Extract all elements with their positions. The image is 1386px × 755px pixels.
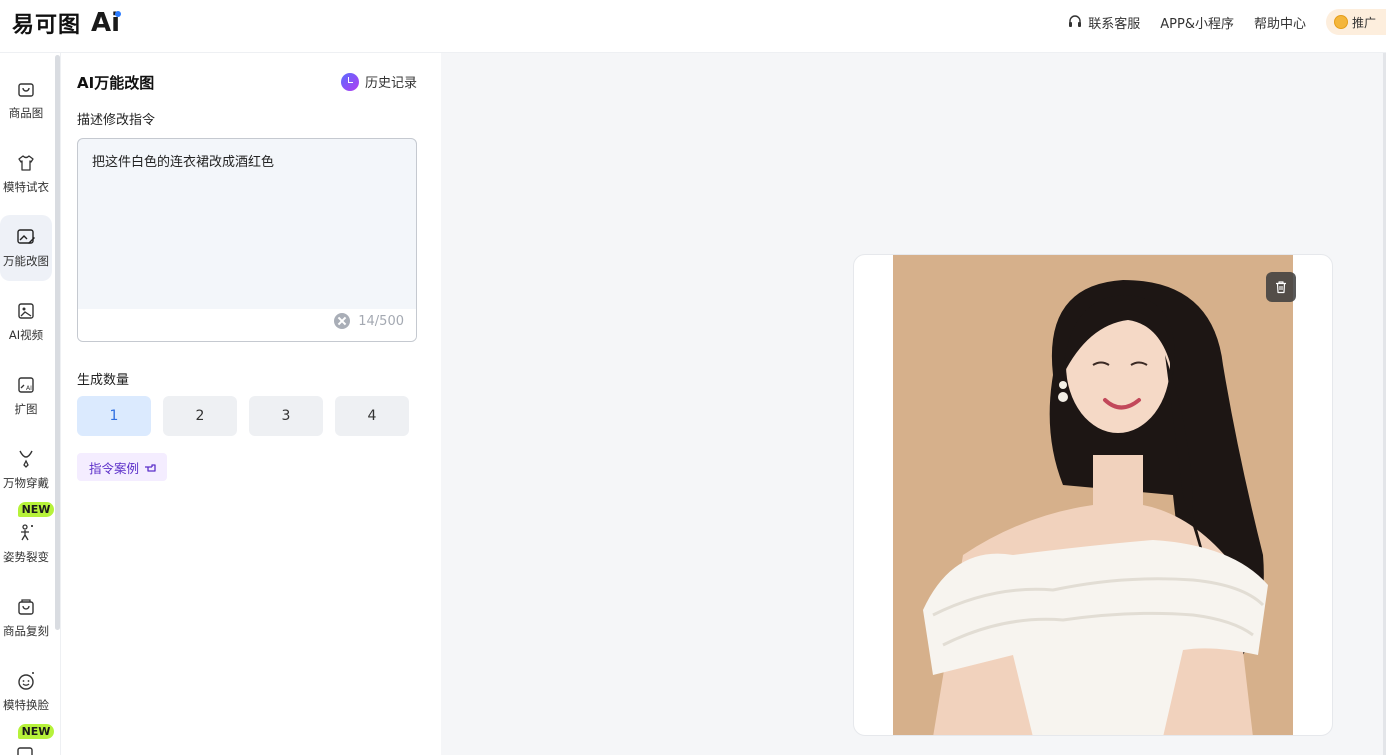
sidebar-item-pose-variation[interactable]: 姿势裂变 <box>0 511 52 577</box>
model-photo-illustration <box>893 255 1293 735</box>
header-nav: 联系客服 APP&小程序 帮助中心 推广 <box>1067 9 1386 35</box>
expand-icon: AI <box>18 377 34 393</box>
nav-app-miniprogram[interactable]: APP&小程序 <box>1160 13 1234 32</box>
sidebar-item-label: 姿势裂变 <box>3 550 49 564</box>
count-option-4[interactable]: 4 <box>335 396 409 436</box>
nav-label: 帮助中心 <box>1253 16 1306 32</box>
partial-icon <box>17 747 33 755</box>
sidebar-item-face-swap[interactable]: 模特换脸 <box>0 659 52 725</box>
sidebar-scrollbar[interactable] <box>55 55 60 630</box>
prompt-textarea[interactable]: 把这件白色的连衣裙改成酒红色 <box>92 153 402 173</box>
sidebar-item-partial[interactable] <box>15 743 35 755</box>
count-option-1[interactable]: 1 <box>77 396 151 436</box>
uploaded-photo[interactable] <box>893 255 1293 735</box>
logo[interactable]: 易可图 Ai <box>12 8 122 38</box>
sidebar-item-ai-video[interactable]: AI视频 <box>0 289 52 355</box>
nav-label: APP&小程序 <box>1160 16 1234 32</box>
history-icon <box>340 72 359 91</box>
logo-text: 易可图 <box>12 13 82 38</box>
svg-text:AI: AI <box>26 385 32 392</box>
instruction-examples-button[interactable]: 指令案例 <box>77 453 168 481</box>
prompt-label: 描述修改指令 <box>77 113 156 128</box>
nav-contact-support[interactable]: 联系客服 <box>1067 13 1140 32</box>
coin-icon <box>1333 15 1348 29</box>
count-option-3[interactable]: 3 <box>249 396 323 436</box>
sidebar-item-label: AI视频 <box>8 328 44 342</box>
pose-icon <box>21 524 33 541</box>
edit-panel: AI万能改图 历史记录 描述修改指令 把这件白色的连衣裙改成酒红色 14/500… <box>61 53 441 755</box>
sidebar-item-expand-image[interactable]: AI 扩图 <box>0 363 52 429</box>
pointing-hand-icon <box>145 464 156 472</box>
uploaded-image-card <box>853 254 1333 736</box>
panel-title: AI万能改图 <box>77 74 155 92</box>
clear-icon[interactable] <box>334 313 351 329</box>
history-button[interactable]: 历史记录 <box>340 72 417 91</box>
history-label: 历史记录 <box>364 76 417 91</box>
sidebar-item-wear-anything[interactable]: 万物穿戴 <box>0 437 52 503</box>
count-label: 生成数量 <box>77 373 130 388</box>
sidebar-item-label: 扩图 <box>14 402 38 416</box>
copy-bag-icon <box>18 599 34 615</box>
sidebar-item-universal-edit[interactable]: 万能改图 <box>0 215 52 281</box>
canvas-area <box>441 53 1386 755</box>
count-option-2[interactable]: 2 <box>163 396 237 436</box>
prompt-counter: 14/500 <box>358 313 404 329</box>
video-icon <box>18 303 34 319</box>
sidebar-item-label: 万物穿戴 <box>3 476 49 490</box>
promo-label: 推广 <box>1351 15 1376 30</box>
top-header: 易可图 Ai 联系客服 APP&小程序 帮助中心 推广 <box>0 0 1386 53</box>
delete-image-button[interactable] <box>1266 272 1296 302</box>
sidebar-item-label: 万能改图 <box>3 254 49 268</box>
bag-icon <box>18 83 34 97</box>
necklace-icon <box>19 450 33 468</box>
promo-button[interactable]: 推广 <box>1325 9 1386 35</box>
count-selector: 1 2 3 4 <box>77 396 409 436</box>
prompt-field[interactable]: 把这件白色的连衣裙改成酒红色 14/500 <box>77 138 417 342</box>
sidebar: 商品图 模特试衣 万能改图 AI视频 AI 扩图 万物穿戴 NEW 姿势裂变 商… <box>0 53 61 755</box>
sidebar-item-label: 商品图 <box>8 106 44 120</box>
new-badge: NEW <box>18 724 54 739</box>
prompt-counter-row: 14/500 <box>334 313 404 329</box>
sidebar-item-model-tryon[interactable]: 模特试衣 <box>0 141 52 207</box>
trash-icon <box>1276 281 1286 294</box>
headset-icon <box>1069 15 1082 27</box>
sidebar-item-label: 商品复刻 <box>3 624 49 638</box>
shirt-icon <box>18 155 34 171</box>
examples-label: 指令案例 <box>89 460 140 476</box>
logo-dot <box>115 11 122 17</box>
sidebar-item-product-replicate[interactable]: 商品复刻 <box>0 585 52 651</box>
sidebar-item-product-image[interactable]: 商品图 <box>0 67 52 133</box>
image-edit-icon <box>17 229 35 244</box>
face-icon <box>18 672 34 690</box>
sidebar-item-label: 模特试衣 <box>3 180 49 194</box>
nav-help-center[interactable]: 帮助中心 <box>1254 13 1306 32</box>
logo-ai-mark: Ai <box>91 8 122 38</box>
nav-label: 联系客服 <box>1088 16 1141 32</box>
sidebar-item-label: 模特换脸 <box>3 698 49 712</box>
